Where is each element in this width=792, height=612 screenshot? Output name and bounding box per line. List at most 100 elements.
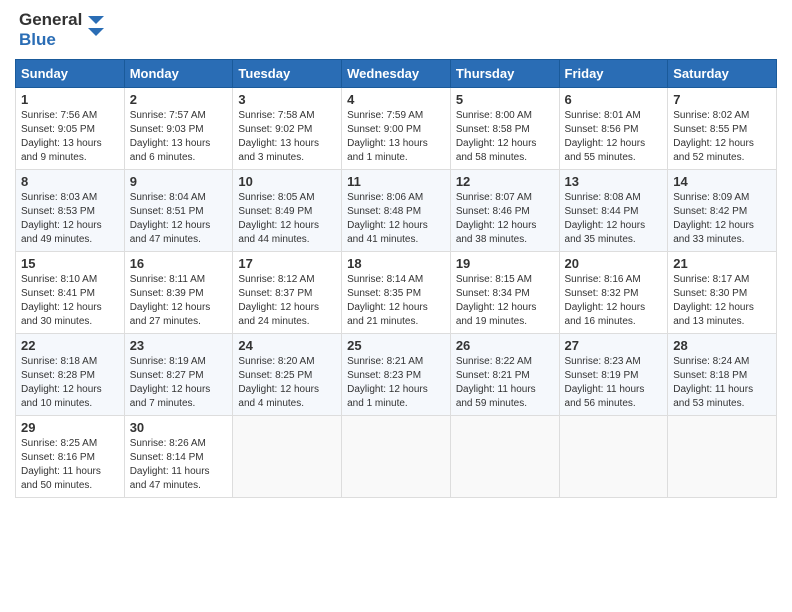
day-info: Sunrise: 7:56 AM Sunset: 9:05 PM Dayligh…: [21, 109, 119, 165]
calendar-cell: 14 Sunrise: 8:09 AM Sunset: 8:42 PM Dayl…: [668, 169, 777, 251]
calendar-body: 1 Sunrise: 7:56 AM Sunset: 9:05 PM Dayli…: [16, 87, 777, 497]
daylight-label: Daylight: 12 hours and 38 minutes.: [456, 220, 537, 245]
day-number: 27: [565, 338, 663, 353]
sunset-label: Sunset: 8:56 PM: [565, 124, 639, 135]
day-number: 28: [673, 338, 771, 353]
day-info: Sunrise: 8:05 AM Sunset: 8:49 PM Dayligh…: [238, 191, 336, 247]
daylight-label: Daylight: 12 hours and 52 minutes.: [673, 138, 754, 163]
sunset-label: Sunset: 8:46 PM: [456, 206, 530, 217]
daylight-label: Daylight: 12 hours and 16 minutes.: [565, 302, 646, 327]
calendar-week-row: 8 Sunrise: 8:03 AM Sunset: 8:53 PM Dayli…: [16, 169, 777, 251]
day-number: 10: [238, 174, 336, 189]
daylight-label: Daylight: 12 hours and 44 minutes.: [238, 220, 319, 245]
day-number: 30: [130, 420, 228, 435]
sunset-label: Sunset: 8:35 PM: [347, 288, 421, 299]
sunset-label: Sunset: 8:53 PM: [21, 206, 95, 217]
day-info: Sunrise: 8:08 AM Sunset: 8:44 PM Dayligh…: [565, 191, 663, 247]
sunset-label: Sunset: 8:51 PM: [130, 206, 204, 217]
day-info: Sunrise: 8:14 AM Sunset: 8:35 PM Dayligh…: [347, 273, 445, 329]
day-number: 8: [21, 174, 119, 189]
calendar-cell: 15 Sunrise: 8:10 AM Sunset: 8:41 PM Dayl…: [16, 251, 125, 333]
calendar-cell: 21 Sunrise: 8:17 AM Sunset: 8:30 PM Dayl…: [668, 251, 777, 333]
calendar-cell: 7 Sunrise: 8:02 AM Sunset: 8:55 PM Dayli…: [668, 87, 777, 169]
calendar-header: SundayMondayTuesdayWednesdayThursdayFrid…: [16, 59, 777, 87]
daylight-label: Daylight: 12 hours and 27 minutes.: [130, 302, 211, 327]
sunrise-label: Sunrise: 8:18 AM: [21, 356, 97, 367]
sunrise-label: Sunrise: 8:12 AM: [238, 274, 314, 285]
calendar-cell: 20 Sunrise: 8:16 AM Sunset: 8:32 PM Dayl…: [559, 251, 668, 333]
day-info: Sunrise: 8:00 AM Sunset: 8:58 PM Dayligh…: [456, 109, 554, 165]
calendar-cell: 2 Sunrise: 7:57 AM Sunset: 9:03 PM Dayli…: [124, 87, 233, 169]
daylight-label: Daylight: 11 hours and 59 minutes.: [456, 384, 536, 409]
sunset-label: Sunset: 8:58 PM: [456, 124, 530, 135]
logo-general: General: [19, 10, 82, 30]
calendar-cell: [668, 415, 777, 497]
sunset-label: Sunset: 8:32 PM: [565, 288, 639, 299]
day-number: 4: [347, 92, 445, 107]
day-info: Sunrise: 8:03 AM Sunset: 8:53 PM Dayligh…: [21, 191, 119, 247]
sunrise-label: Sunrise: 8:20 AM: [238, 356, 314, 367]
daylight-label: Daylight: 12 hours and 10 minutes.: [21, 384, 102, 409]
sunset-label: Sunset: 8:14 PM: [130, 452, 204, 463]
sunrise-label: Sunrise: 8:03 AM: [21, 192, 97, 203]
sunset-label: Sunset: 8:19 PM: [565, 370, 639, 381]
day-info: Sunrise: 8:10 AM Sunset: 8:41 PM Dayligh…: [21, 273, 119, 329]
calendar-cell: 27 Sunrise: 8:23 AM Sunset: 8:19 PM Dayl…: [559, 333, 668, 415]
weekday-header: Monday: [124, 59, 233, 87]
calendar-cell: 13 Sunrise: 8:08 AM Sunset: 8:44 PM Dayl…: [559, 169, 668, 251]
daylight-label: Daylight: 12 hours and 35 minutes.: [565, 220, 646, 245]
calendar-cell: 25 Sunrise: 8:21 AM Sunset: 8:23 PM Dayl…: [342, 333, 451, 415]
sunrise-label: Sunrise: 8:14 AM: [347, 274, 423, 285]
sunrise-label: Sunrise: 8:05 AM: [238, 192, 314, 203]
logo-blue: Blue: [19, 30, 56, 50]
day-number: 21: [673, 256, 771, 271]
day-info: Sunrise: 8:09 AM Sunset: 8:42 PM Dayligh…: [673, 191, 771, 247]
day-number: 13: [565, 174, 663, 189]
day-number: 24: [238, 338, 336, 353]
daylight-label: Daylight: 12 hours and 58 minutes.: [456, 138, 537, 163]
daylight-label: Daylight: 12 hours and 49 minutes.: [21, 220, 102, 245]
day-info: Sunrise: 7:57 AM Sunset: 9:03 PM Dayligh…: [130, 109, 228, 165]
sunset-label: Sunset: 8:44 PM: [565, 206, 639, 217]
header: GeneralBlue: [15, 10, 777, 51]
calendar-cell: 17 Sunrise: 8:12 AM Sunset: 8:37 PM Dayl…: [233, 251, 342, 333]
calendar-cell: 23 Sunrise: 8:19 AM Sunset: 8:27 PM Dayl…: [124, 333, 233, 415]
sunset-label: Sunset: 8:28 PM: [21, 370, 95, 381]
day-number: 15: [21, 256, 119, 271]
calendar-cell: 28 Sunrise: 8:24 AM Sunset: 8:18 PM Dayl…: [668, 333, 777, 415]
sunrise-label: Sunrise: 8:07 AM: [456, 192, 532, 203]
sunset-label: Sunset: 8:34 PM: [456, 288, 530, 299]
calendar-cell: 1 Sunrise: 7:56 AM Sunset: 9:05 PM Dayli…: [16, 87, 125, 169]
daylight-label: Daylight: 12 hours and 47 minutes.: [130, 220, 211, 245]
sunrise-label: Sunrise: 8:01 AM: [565, 110, 641, 121]
sunrise-label: Sunrise: 8:09 AM: [673, 192, 749, 203]
day-number: 2: [130, 92, 228, 107]
daylight-label: Daylight: 11 hours and 47 minutes.: [130, 466, 210, 491]
day-number: 25: [347, 338, 445, 353]
day-number: 11: [347, 174, 445, 189]
calendar-cell: 11 Sunrise: 8:06 AM Sunset: 8:48 PM Dayl…: [342, 169, 451, 251]
calendar-cell: 29 Sunrise: 8:25 AM Sunset: 8:16 PM Dayl…: [16, 415, 125, 497]
day-info: Sunrise: 8:18 AM Sunset: 8:28 PM Dayligh…: [21, 355, 119, 411]
day-info: Sunrise: 8:11 AM Sunset: 8:39 PM Dayligh…: [130, 273, 228, 329]
weekday-row: SundayMondayTuesdayWednesdayThursdayFrid…: [16, 59, 777, 87]
daylight-label: Daylight: 13 hours and 6 minutes.: [130, 138, 211, 163]
daylight-label: Daylight: 12 hours and 21 minutes.: [347, 302, 428, 327]
sunset-label: Sunset: 8:48 PM: [347, 206, 421, 217]
calendar-cell: 30 Sunrise: 8:26 AM Sunset: 8:14 PM Dayl…: [124, 415, 233, 497]
daylight-label: Daylight: 12 hours and 55 minutes.: [565, 138, 646, 163]
weekday-header: Wednesday: [342, 59, 451, 87]
day-number: 3: [238, 92, 336, 107]
calendar-cell: 9 Sunrise: 8:04 AM Sunset: 8:51 PM Dayli…: [124, 169, 233, 251]
sunset-label: Sunset: 8:18 PM: [673, 370, 747, 381]
sunrise-label: Sunrise: 8:25 AM: [21, 438, 97, 449]
day-info: Sunrise: 8:25 AM Sunset: 8:16 PM Dayligh…: [21, 437, 119, 493]
sunrise-label: Sunrise: 7:57 AM: [130, 110, 206, 121]
calendar-week-row: 29 Sunrise: 8:25 AM Sunset: 8:16 PM Dayl…: [16, 415, 777, 497]
day-number: 7: [673, 92, 771, 107]
daylight-label: Daylight: 12 hours and 33 minutes.: [673, 220, 754, 245]
daylight-label: Daylight: 12 hours and 24 minutes.: [238, 302, 319, 327]
sunset-label: Sunset: 8:30 PM: [673, 288, 747, 299]
sunset-label: Sunset: 8:41 PM: [21, 288, 95, 299]
calendar-cell: 12 Sunrise: 8:07 AM Sunset: 8:46 PM Dayl…: [450, 169, 559, 251]
